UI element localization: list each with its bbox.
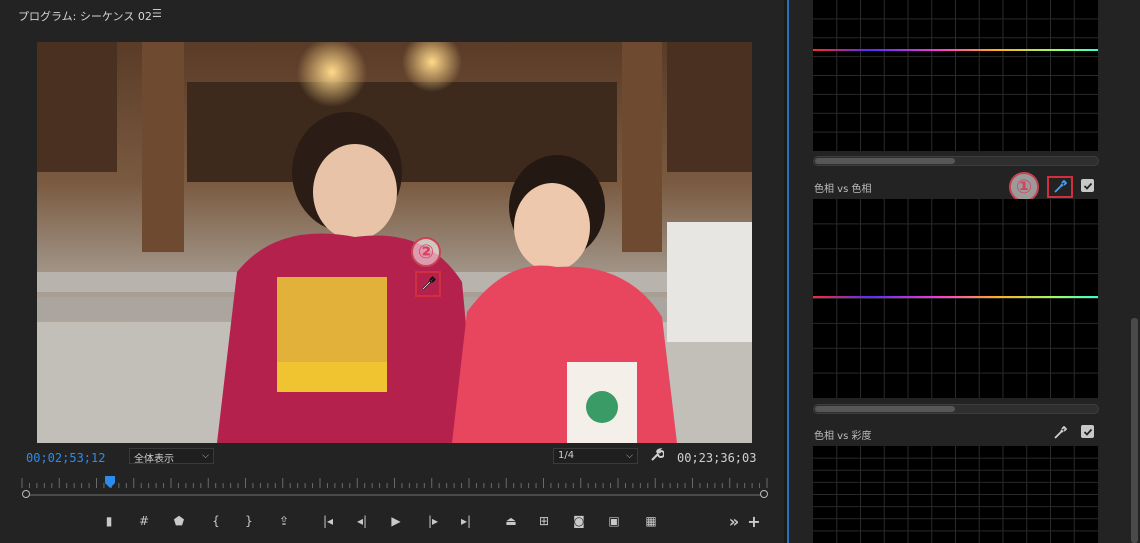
add-button[interactable]: + [743, 510, 765, 532]
horizontal-scrollbar-top[interactable] [813, 156, 1099, 166]
add-grid-button[interactable]: # [133, 510, 155, 532]
hue-curves-panel: 色相 vs 色相 ① 色相 vs 彩度 [789, 0, 1140, 543]
current-timecode[interactable]: 00;02;53;12 [26, 451, 105, 465]
mark-out-icon: } [245, 514, 253, 528]
video-preview[interactable] [37, 42, 752, 443]
resolution-value: 1/4 [558, 450, 575, 461]
hue-vs-sat-graph[interactable] [813, 446, 1098, 543]
step-forward-button[interactable]: |▸ [422, 510, 444, 532]
step-2-badge: ② [411, 237, 441, 267]
hue-curve-line [813, 49, 1098, 51]
chevron-down-icon: ⌵ [202, 451, 209, 461]
hue-vs-hue-label: 色相 vs 色相 [814, 184, 872, 195]
go-to-out-icon: ▸| [460, 514, 472, 528]
program-monitor-title[interactable]: プログラム: シーケンス 02 [18, 8, 152, 24]
extract-button[interactable]: ⊞ [533, 510, 555, 532]
checkbox-checked-icon[interactable] [1081, 425, 1094, 438]
horizontal-scrollbar-middle[interactable] [813, 404, 1099, 414]
add-marker-button[interactable]: ▮ [98, 510, 120, 532]
export-frame-button[interactable]: ◙ [568, 510, 590, 532]
checkbox-checked-icon[interactable] [1081, 179, 1094, 192]
hue-vs-hue-graph[interactable] [813, 199, 1098, 398]
wrench-icon[interactable] [650, 447, 665, 466]
multicam-button[interactable]: ▦ [640, 510, 662, 532]
export-button[interactable]: ⇪ [273, 510, 295, 532]
grid-icon: # [138, 514, 150, 528]
marker-button[interactable]: ⬟ [168, 510, 190, 532]
multicam-icon: ▦ [645, 514, 657, 528]
step-forward-icon: |▸ [427, 514, 439, 528]
marker-shield-icon: ⬟ [173, 514, 185, 528]
step-back-button[interactable]: ◂| [351, 510, 373, 532]
plus-icon: + [747, 511, 761, 531]
lift-button[interactable]: ⏏ [500, 510, 522, 532]
zoom-level-select[interactable]: 全体表示 ⌵ [129, 448, 214, 465]
transport-controls: ▮ # ⬟ {} ⇪ |◂ ◂| ▶ |▸ ▸| ⏏ ⊞ ◙ ▣ ▦ » + [95, 510, 770, 532]
hue-vs-sat-label: 色相 vs 彩度 [814, 431, 872, 442]
more-button[interactable]: » [723, 510, 745, 532]
eyedropper-icon[interactable] [1051, 424, 1069, 442]
in-point-handle[interactable] [22, 490, 30, 498]
vertical-scrollbar[interactable] [1131, 318, 1138, 543]
camera-icon: ◙ [573, 514, 585, 528]
step-back-icon: ◂| [356, 514, 368, 528]
mark-in-icon: { [212, 514, 220, 528]
curve-graph-top[interactable] [813, 0, 1098, 151]
out-point-handle[interactable] [760, 490, 768, 498]
eyedropper-icon[interactable] [1047, 176, 1073, 198]
go-to-in-icon: |◂ [322, 514, 334, 528]
chevron-down-icon: ⌵ [626, 451, 633, 461]
zoom-level-value: 全体表示 [134, 454, 174, 465]
comparison-view-button[interactable]: ▣ [603, 510, 625, 532]
duration-timecode: 00;23;36;03 [677, 451, 757, 465]
go-to-out-button[interactable]: ▸| [455, 510, 477, 532]
go-to-in-button[interactable]: |◂ [317, 510, 339, 532]
scrub-bar[interactable] [26, 494, 764, 496]
mark-out-button[interactable]: } [238, 510, 260, 532]
lift-icon: ⏏ [505, 514, 517, 528]
time-ruler[interactable] [18, 476, 768, 490]
eyedropper-cursor-icon [415, 271, 441, 297]
export-icon: ⇪ [278, 514, 290, 528]
play-button[interactable]: ▶ [385, 510, 407, 532]
hue-curve-line [813, 296, 1098, 298]
playback-resolution-select[interactable]: 1/4 ⌵ [553, 448, 638, 464]
play-icon: ▶ [391, 514, 401, 528]
comparison-icon: ▣ [608, 514, 620, 528]
program-monitor-panel: プログラム: シーケンス 02 ☰ 00;02;53;12 全体表示 ⌵ 1/4… [0, 0, 784, 543]
extract-icon: ⊞ [538, 514, 550, 528]
mark-in-button[interactable]: { [205, 510, 227, 532]
hamburger-menu-icon[interactable]: ☰ [152, 7, 162, 20]
marker-icon: ▮ [105, 514, 113, 528]
double-chevron-icon: » [728, 511, 740, 531]
playhead[interactable] [105, 476, 115, 488]
step-1-badge: ① [1009, 172, 1039, 202]
